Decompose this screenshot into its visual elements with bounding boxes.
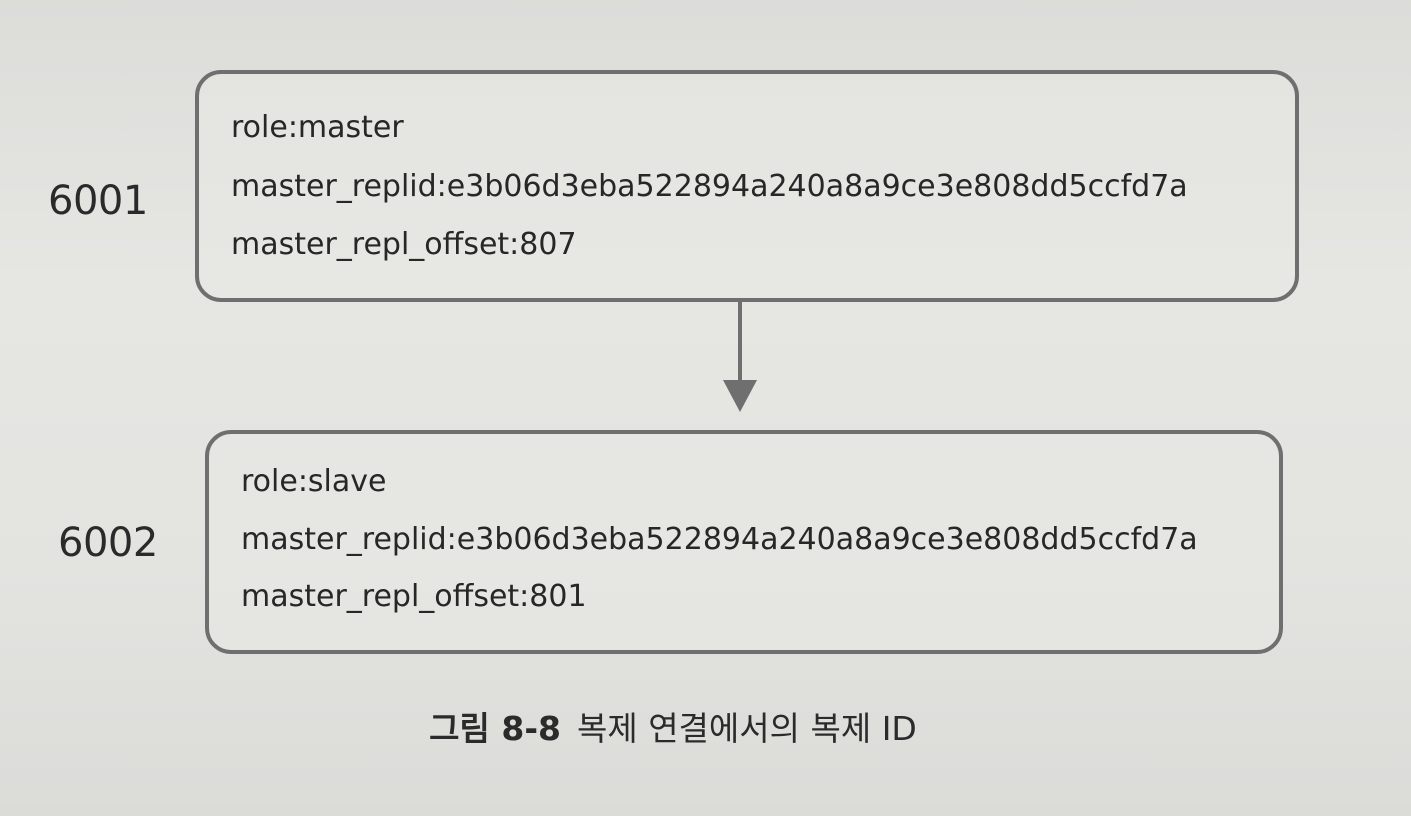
master-role-line: role:master — [231, 110, 404, 145]
figure-caption: 그림 8-8 복제 연결에서의 복제 ID — [0, 702, 1346, 750]
figure-title: 복제 연결에서의 복제 ID — [576, 709, 917, 748]
master-info-box: role:master master_replid:e3b06d3eba5228… — [195, 70, 1299, 302]
slave-replid-line: master_replid:e3b06d3eba522894a240a8a9ce… — [241, 522, 1198, 557]
slave-offset-line: master_repl_offset:801 — [241, 579, 587, 614]
arrow-head-icon — [723, 380, 757, 412]
node-port-label-6002: 6002 — [58, 520, 158, 566]
master-offset-line: master_repl_offset:807 — [231, 227, 577, 262]
slave-info-box: role:slave master_replid:e3b06d3eba52289… — [205, 430, 1283, 654]
node-port-label-6001: 6001 — [48, 178, 148, 224]
figure-number: 그림 8-8 — [429, 709, 561, 748]
slave-role-line: role:slave — [241, 464, 387, 499]
master-replid-line: master_replid:e3b06d3eba522894a240a8a9ce… — [231, 169, 1188, 204]
